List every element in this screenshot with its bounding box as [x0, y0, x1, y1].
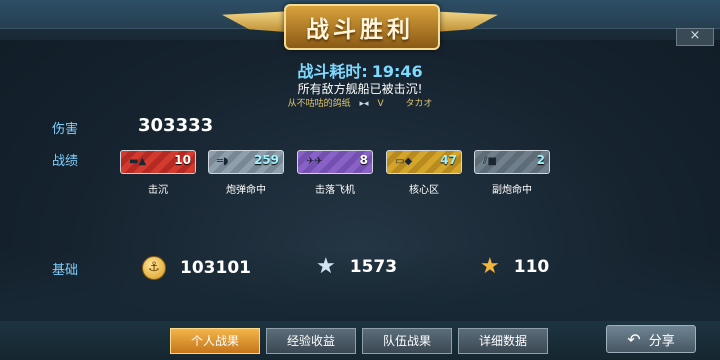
achievement-badge: ▬▲ 10 — [120, 150, 196, 174]
achievement-name: 副炮命中 — [492, 185, 532, 196]
tab-experience[interactable]: 经验收益 — [266, 328, 356, 354]
achievement-shell-hits[interactable]: ═◗ 259 炮弹命中 — [208, 150, 284, 196]
gold-star-icon: ★ — [480, 254, 500, 279]
achievement-core[interactable]: ▭◆ 47 核心区 — [386, 150, 462, 196]
achievement-count: 2 — [536, 153, 545, 167]
achievement-secondary-hits[interactable]: ⫽■ 2 副炮命中 — [474, 150, 550, 196]
base-label: 基础 — [52, 263, 79, 278]
gold-value: 103101 — [180, 258, 251, 278]
gold-coin-icon: ⚓ — [142, 256, 166, 280]
tab-personal[interactable]: 个人战果 — [170, 328, 260, 354]
close-icon: × — [689, 28, 701, 43]
achievement-badge: ⫽■ 2 — [474, 150, 550, 174]
achievement-planes-down[interactable]: ✈✈ 8 击落飞机 — [297, 150, 373, 196]
tab-details[interactable]: 详细数据 — [458, 328, 548, 354]
share-label: 分享 — [648, 333, 675, 349]
player-right: タカオ — [405, 99, 433, 109]
achievement-count: 259 — [253, 153, 279, 167]
cannon-icon: ⫽■ — [483, 156, 497, 167]
versus-label: V — [377, 99, 384, 109]
achievement-name: 击落飞机 — [315, 185, 355, 196]
gold-star-reward: ★ 110 — [480, 256, 549, 278]
close-button[interactable]: × — [676, 28, 714, 46]
result-tabs: 个人战果 经验收益 队伍战果 详细数据 — [170, 328, 554, 354]
share-arrow-icon: ↶ — [627, 329, 641, 349]
battle-message: 所有敌方舰船已被击沉! — [297, 82, 423, 96]
achievement-badge: ▭◆ 47 — [386, 150, 462, 174]
achievement-badge: ═◗ 259 — [208, 150, 284, 174]
plane-icon: ✈✈ — [306, 156, 323, 167]
player-left: 从不咕咕的鸽纸 — [287, 99, 351, 109]
achievements-label: 战绩 — [52, 154, 79, 169]
battle-time-label: 战斗耗时: — [297, 62, 368, 81]
shell-icon: ═◗ — [217, 156, 229, 167]
achievement-badge: ✈✈ 8 — [297, 150, 373, 174]
achievement-count: 8 — [359, 153, 368, 167]
achievement-sink[interactable]: ▬▲ 10 击沉 — [120, 150, 196, 196]
victory-banner: 战斗胜利 — [222, 4, 498, 50]
gold-star-value: 110 — [513, 257, 550, 277]
victory-title: 战斗胜利 — [306, 17, 414, 43]
silver-star-reward: ★ 1573 — [316, 256, 397, 278]
achievement-count: 10 — [174, 153, 191, 167]
achievement-name: 核心区 — [409, 185, 439, 196]
battle-time: 战斗耗时: 19:46 — [0, 58, 720, 82]
versus-icon: ▸◂ — [359, 99, 369, 109]
damage-value: 303333 — [138, 115, 214, 136]
achievement-name: 炮弹命中 — [226, 185, 266, 196]
core-icon: ▭◆ — [395, 156, 413, 167]
damage-label: 伤害 — [52, 122, 79, 137]
battle-time-value: 19:46 — [371, 62, 423, 81]
players-line: 从不咕咕的鸽纸 ▸◂ V タカオ — [0, 96, 720, 109]
achievement-count: 47 — [440, 153, 457, 167]
gold-reward: ⚓ 103101 — [142, 256, 251, 280]
tab-team[interactable]: 队伍战果 — [362, 328, 452, 354]
share-button[interactable]: ↶ 分享 — [606, 325, 696, 353]
achievement-name: 击沉 — [148, 185, 168, 196]
silver-star-value: 1573 — [349, 257, 398, 277]
silver-star-icon: ★ — [316, 254, 336, 279]
ship-icon: ▬▲ — [129, 156, 147, 167]
